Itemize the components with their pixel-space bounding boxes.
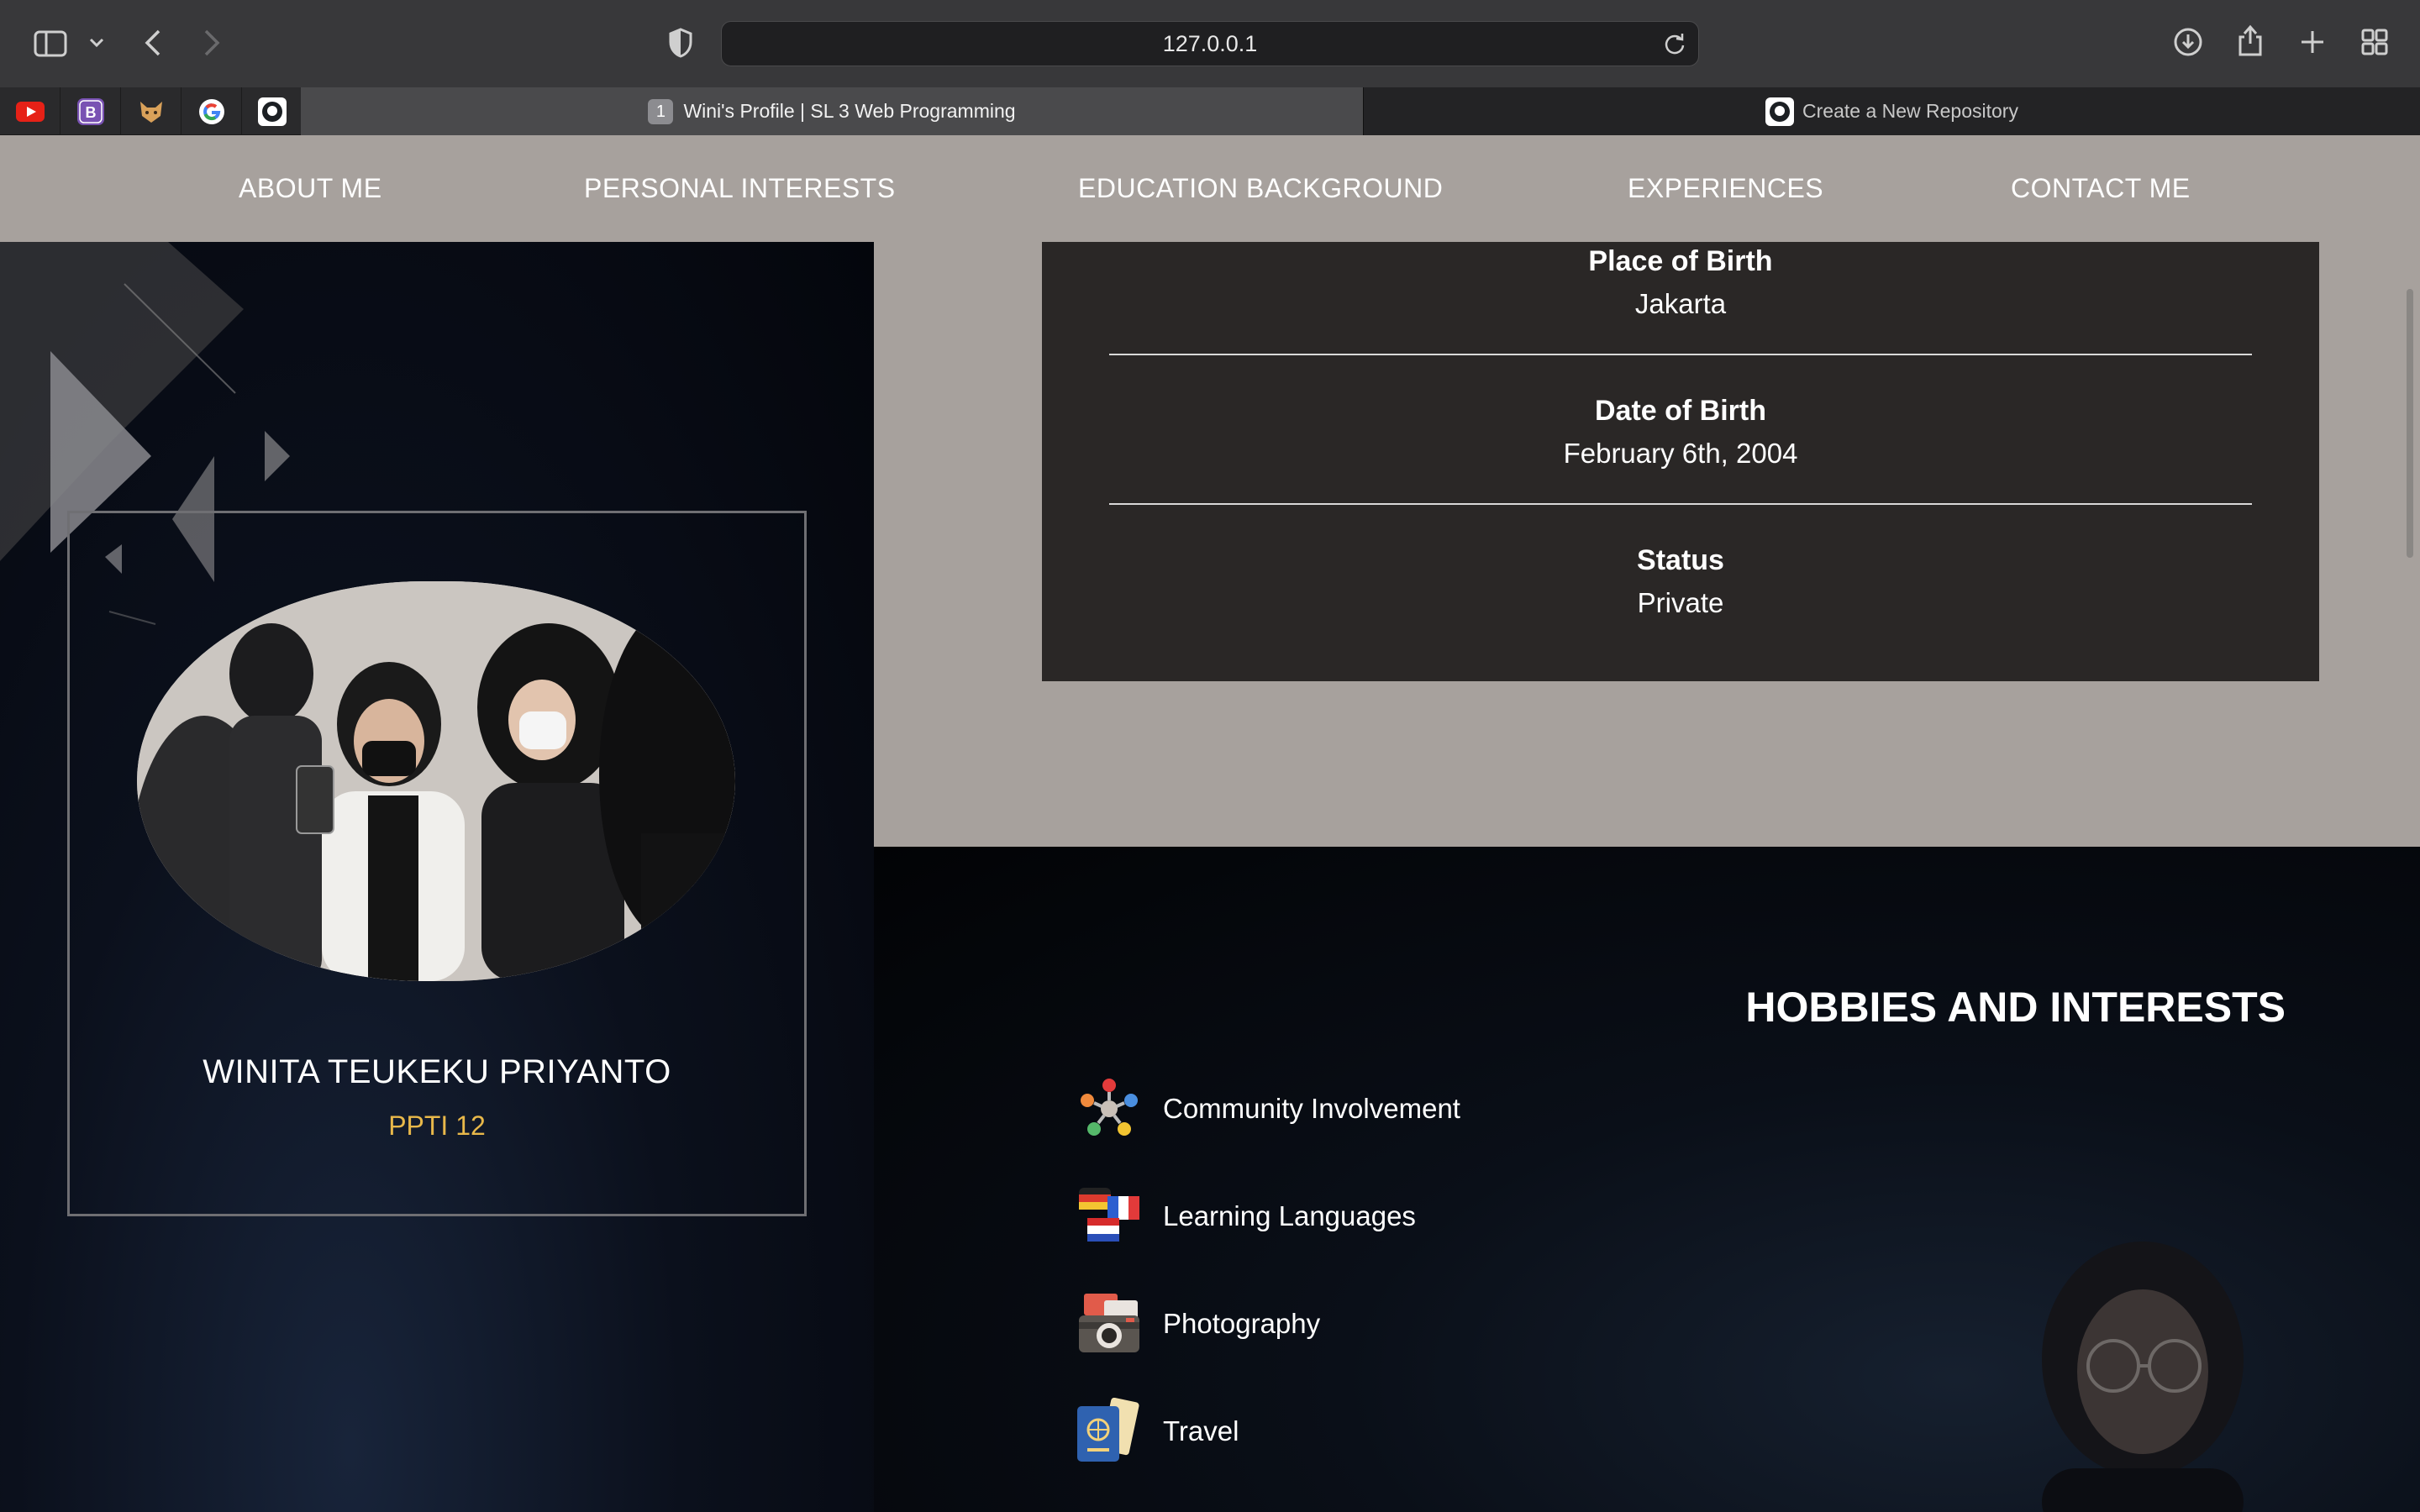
back-icon[interactable]: [138, 25, 168, 60]
hobby-travel: Travel: [1076, 1398, 1239, 1465]
nav-personal-interests[interactable]: PERSONAL INTERESTS: [584, 135, 896, 242]
browser-toolbar: 127.0.0.1: [0, 0, 2420, 87]
personal-info-section: Place of Birth Jakarta Date of Birth Feb…: [874, 242, 2420, 847]
svg-text:B: B: [85, 104, 96, 121]
tab-title: Wini's Profile | SL 3 Web Programming: [683, 100, 1016, 122]
hobby-label: Travel: [1163, 1415, 1239, 1446]
info-value: Jakarta: [1634, 288, 1727, 319]
info-label: Status: [1637, 544, 1724, 576]
hobby-photography: Photography: [1076, 1290, 1320, 1357]
site-nav: ABOUT ME PERSONAL INTERESTS EDUCATION BA…: [0, 135, 2420, 242]
page-scrollbar[interactable]: [2407, 289, 2413, 558]
favorite-fox[interactable]: [121, 87, 182, 135]
hobby-learning-languages: Learning Languages: [1076, 1183, 1416, 1250]
info-value: Private: [1637, 587, 1724, 618]
tab-create-repository[interactable]: Create a New Repository: [1363, 87, 2420, 135]
camera-icon: [1079, 1294, 1139, 1352]
tab-wini-profile[interactable]: 1 Wini's Profile | SL 3 Web Programming: [301, 87, 1363, 135]
github-icon: [1765, 97, 1795, 126]
favorite-google[interactable]: [182, 87, 242, 135]
url-text: 127.0.0.1: [1162, 30, 1258, 56]
passport-icon: [1077, 1398, 1139, 1462]
hobby-community-involvement: Community Involvement: [1076, 1075, 1460, 1142]
tab-overview-icon[interactable]: [2358, 25, 2391, 59]
chevron-down-icon[interactable]: [84, 30, 109, 55]
profile-name: WINITA TEUKEKU PRIYANTO: [203, 1053, 671, 1090]
info-status: Status Private: [1109, 544, 2252, 619]
nav-experiences[interactable]: EXPERIENCES: [1628, 135, 1823, 242]
community-icon: [1081, 1079, 1138, 1136]
favorite-youtube[interactable]: [0, 87, 60, 135]
hobbies-title: HOBBIES AND INTERESTS: [1745, 984, 2286, 1031]
profile-photo: [137, 581, 735, 981]
info-label: Place of Birth: [1588, 245, 1773, 277]
downloads-icon[interactable]: [2171, 25, 2205, 59]
forward-icon[interactable]: [197, 25, 227, 60]
hobby-label: Learning Languages: [1163, 1200, 1416, 1231]
youtube-icon: [15, 101, 45, 122]
sidebar-toggle-icon[interactable]: [32, 25, 69, 62]
reload-icon[interactable]: [1663, 32, 1686, 61]
hobby-label: Community Involvement: [1163, 1093, 1460, 1124]
tab-number-badge: 1: [648, 98, 674, 124]
tab-bar: B 1 Wini's Profile | SL 3 Web Programmin…: [0, 87, 2420, 135]
nav-contact-me[interactable]: CONTACT ME: [2011, 135, 2191, 242]
portrait-image: [2042, 1242, 2244, 1512]
info-label: Date of Birth: [1595, 395, 1766, 427]
info-date-of-birth: Date of Birth February 6th, 2004: [1109, 395, 2252, 470]
info-place-of-birth: Place of Birth Jakarta: [1109, 245, 2252, 320]
profile-class: PPTI 12: [388, 1110, 486, 1141]
info-value: February 6th, 2004: [1563, 438, 1798, 469]
hobby-label: Photography: [1163, 1308, 1321, 1339]
info-divider: [1109, 503, 2252, 505]
privacy-shield-icon[interactable]: [664, 25, 697, 60]
favorite-github[interactable]: [242, 87, 302, 135]
personal-info-box: Place of Birth Jakarta Date of Birth Feb…: [1042, 242, 2319, 681]
nav-about-me[interactable]: ABOUT ME: [239, 135, 382, 242]
new-tab-icon[interactable]: [2296, 25, 2329, 59]
favorite-bootstrap[interactable]: B: [60, 87, 121, 135]
tab-title: Create a New Repository: [1802, 100, 2018, 122]
hobbies-section: HOBBIES AND INTERESTS Community Involvem…: [874, 847, 2420, 1512]
fox-icon: [139, 101, 162, 123]
address-bar[interactable]: 127.0.0.1: [721, 21, 1699, 66]
google-icon: [198, 98, 224, 124]
profile-panel: WINITA TEUKEKU PRIYANTO PPTI 12: [0, 242, 874, 1512]
info-divider: [1109, 354, 2252, 355]
github-icon: [257, 97, 287, 126]
share-icon[interactable]: [2233, 22, 2267, 59]
bootstrap-icon: B: [76, 97, 104, 125]
nav-education-background[interactable]: EDUCATION BACKGROUND: [1078, 135, 1443, 242]
languages-icon: [1079, 1188, 1139, 1242]
